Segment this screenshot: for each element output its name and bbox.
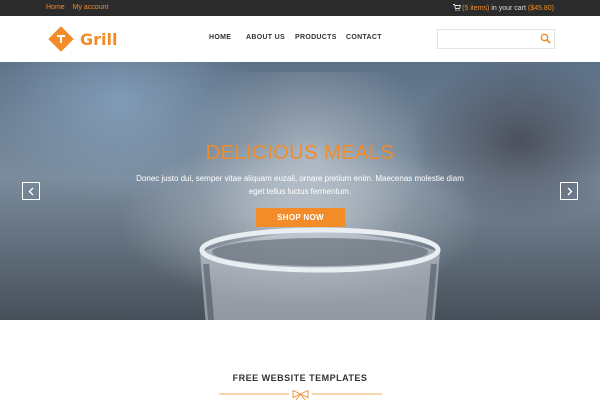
hero-text: Donec justo dui, semper vitae aliquam eu… (120, 172, 480, 198)
site-header: Grill HOME ABOUT US PRODUCTS CONTACT (0, 16, 600, 62)
cart-total: ($45.80) (527, 5, 554, 12)
search-icon[interactable] (540, 33, 551, 44)
chevron-right-icon (567, 187, 573, 196)
top-link-my-account[interactable]: My account (73, 4, 109, 11)
slider-next-button[interactable] (560, 182, 578, 200)
chevron-left-icon (28, 187, 34, 196)
logo-text: Grill (80, 29, 118, 49)
hero-slider: DELICIOUS MEALS Donec justo dui, semper … (0, 62, 600, 320)
logo[interactable]: Grill (48, 26, 117, 52)
search-box (437, 29, 555, 49)
cart-item-count: (5 items) (462, 5, 490, 12)
hero-text-line-2: eget tellus luctus fermentum. (248, 187, 352, 196)
cart-icon (453, 4, 462, 11)
cart-text: in your cart (491, 5, 526, 12)
bow-divider-icon (219, 390, 382, 400)
hero-title: DELICIOUS MEALS (205, 142, 395, 164)
nav-products[interactable]: PRODUCTS (295, 34, 337, 41)
section-title: FREE WEBSITE TEMPLATES (232, 373, 368, 383)
shop-now-button[interactable]: SHOP NOW (256, 208, 345, 227)
search-input[interactable] (442, 33, 532, 45)
nav-about-us[interactable]: ABOUT US (246, 34, 285, 41)
hero-text-line-1: Donec justo dui, semper vitae aliquam eu… (136, 174, 464, 183)
logo-icon (48, 26, 74, 52)
cart-summary[interactable]: (5 items) in your cart ($45.80) (453, 4, 554, 12)
slider-prev-button[interactable] (22, 182, 40, 200)
nav-home[interactable]: HOME (209, 34, 231, 41)
nav-contact[interactable]: CONTACT (346, 34, 382, 41)
top-links: Home My account (46, 4, 114, 11)
top-link-home[interactable]: Home (46, 4, 65, 11)
hero-image-pot (199, 227, 441, 320)
top-bar: Home My account (5 items) in your cart (… (0, 0, 600, 16)
